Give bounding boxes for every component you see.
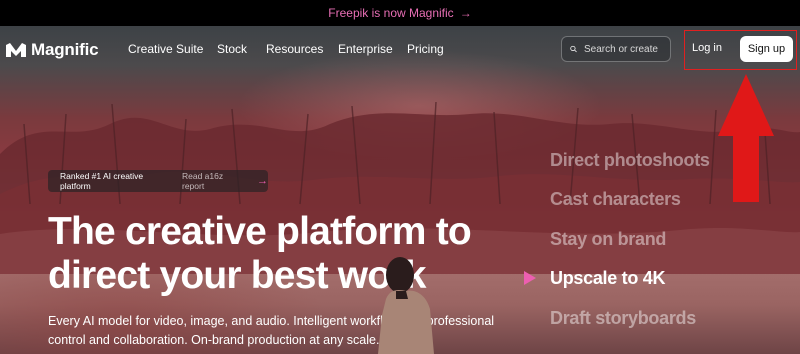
- rotator-item-active: Upscale to 4K: [550, 268, 666, 288]
- search-input[interactable]: [582, 42, 670, 56]
- nav-pricing[interactable]: Pricing: [407, 42, 444, 56]
- announcement-text[interactable]: Freepik is now Magnific: [328, 6, 453, 20]
- headline-line-1: The creative platform to: [48, 210, 472, 253]
- ranking-badge[interactable]: Ranked #1 AI creative platform Read a16z…: [48, 170, 268, 192]
- brand-name: Magnific: [31, 40, 99, 59]
- badge-report-link[interactable]: Read a16z report: [182, 171, 247, 191]
- nav-stock[interactable]: Stock: [217, 42, 247, 56]
- nav-creative-suite[interactable]: Creative Suite: [128, 42, 203, 56]
- rotator-item: Stay on brand: [550, 229, 667, 249]
- magnific-logo-icon: [6, 43, 26, 57]
- active-pointer-icon: [524, 271, 536, 285]
- red-arrow-icon: [718, 74, 774, 202]
- brand-logo[interactable]: Magnific: [6, 40, 99, 60]
- top-navigation: Magnific Creative Suite Stock Resources …: [0, 26, 800, 72]
- rotator-item: Direct photoshoots: [550, 150, 710, 170]
- person-figure: [378, 257, 434, 354]
- headline-line-2: direct your best work: [48, 254, 426, 297]
- search-box[interactable]: [561, 36, 671, 62]
- rotator-item: Draft storyboards: [550, 308, 696, 328]
- subcopy-line-2: control and collaboration. On-brand prod…: [48, 333, 380, 347]
- search-icon: [570, 45, 577, 53]
- announcement-bar[interactable]: Freepik is now Magnific →: [0, 0, 800, 26]
- highlight-box: [684, 30, 797, 70]
- arrow-right-icon: →: [257, 175, 268, 187]
- badge-label: Ranked #1 AI creative platform: [60, 171, 144, 191]
- rotator-item: Cast characters: [550, 189, 681, 209]
- nav-resources[interactable]: Resources: [266, 42, 323, 56]
- nav-enterprise[interactable]: Enterprise: [338, 42, 393, 56]
- arrow-right-icon: →: [459, 6, 472, 20]
